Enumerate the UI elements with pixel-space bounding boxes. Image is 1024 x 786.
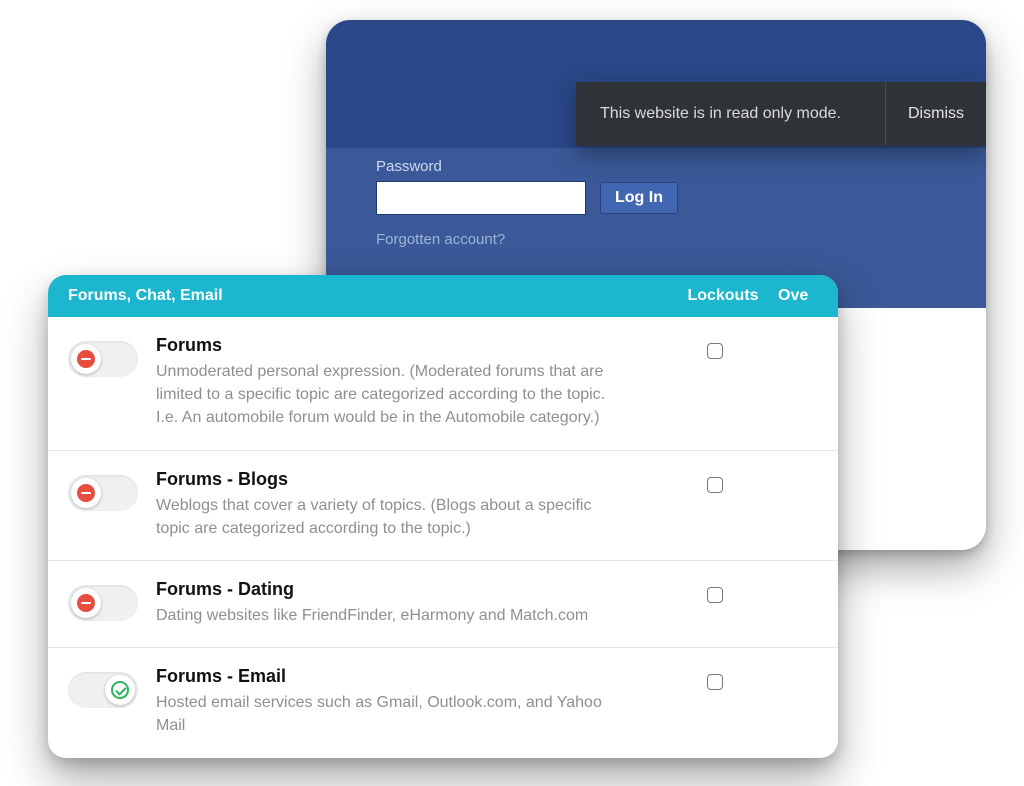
panel-header: Forums, Chat, Email Lockouts Ove: [48, 275, 838, 317]
category-row-forums: Forums Unmoderated personal expression. …: [48, 317, 838, 451]
toggle-knob: [105, 675, 135, 705]
forgot-account-link[interactable]: Forgotten account?: [376, 231, 505, 248]
row-title: Forums - Dating: [156, 579, 642, 600]
notification-text: This website is in read only mode.: [576, 105, 885, 123]
minus-icon: [77, 350, 95, 368]
minus-icon: [77, 594, 95, 612]
toggle-knob: [71, 478, 101, 508]
login-button[interactable]: Log In: [600, 182, 678, 214]
readonly-notification: This website is in read only mode. Dismi…: [576, 82, 986, 146]
lockout-checkbox[interactable]: [707, 343, 723, 359]
lockout-checkbox[interactable]: [707, 674, 723, 690]
toggle-knob: [71, 588, 101, 618]
lockout-checkbox[interactable]: [707, 477, 723, 493]
header-title: Forums, Chat, Email: [68, 287, 668, 305]
category-row-blogs: Forums - Blogs Weblogs that cover a vari…: [48, 451, 838, 561]
header-lockouts: Lockouts: [668, 287, 778, 305]
lockout-checkbox[interactable]: [707, 587, 723, 603]
toggle-email[interactable]: [68, 672, 138, 708]
category-row-dating: Forums - Dating Dating websites like Fri…: [48, 561, 838, 648]
minus-icon: [77, 484, 95, 502]
password-label: Password: [376, 158, 986, 175]
toggle-dating[interactable]: [68, 585, 138, 621]
row-desc: Weblogs that cover a variety of topics. …: [156, 494, 626, 540]
category-row-email: Forums - Email Hosted email services suc…: [48, 648, 838, 757]
password-field[interactable]: [376, 181, 586, 215]
header-overflow: Ove: [778, 287, 818, 305]
dismiss-button[interactable]: Dismiss: [886, 105, 986, 123]
row-desc: Unmoderated personal expression. (Modera…: [156, 360, 626, 430]
toggle-knob: [71, 344, 101, 374]
row-desc: Hosted email services such as Gmail, Out…: [156, 691, 626, 737]
category-panel: Forums, Chat, Email Lockouts Ove Forums …: [48, 275, 838, 758]
toggle-forums[interactable]: [68, 341, 138, 377]
check-icon: [111, 681, 129, 699]
row-title: Forums - Blogs: [156, 469, 642, 490]
row-title: Forums: [156, 335, 642, 356]
toggle-blogs[interactable]: [68, 475, 138, 511]
row-desc: Dating websites like FriendFinder, eHarm…: [156, 604, 626, 627]
row-title: Forums - Email: [156, 666, 642, 687]
